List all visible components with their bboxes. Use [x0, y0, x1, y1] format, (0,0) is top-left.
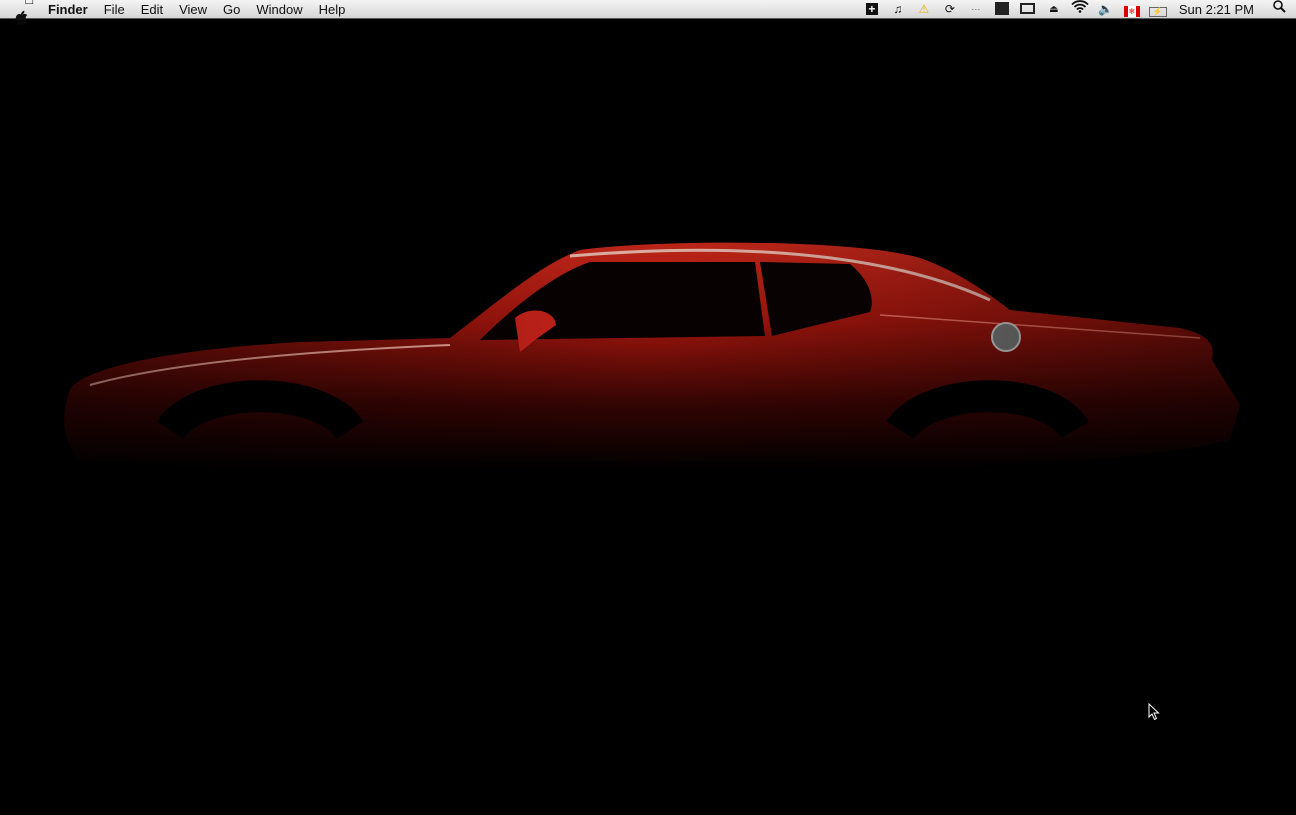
menu-file[interactable]: File	[96, 0, 133, 19]
mouse-cursor-icon	[1148, 703, 1160, 721]
wifi-icon[interactable]	[1067, 0, 1093, 19]
battery-icon[interactable]: ⚡	[1145, 0, 1171, 19]
itunes-note-icon[interactable]: ♫	[885, 0, 911, 19]
menu-view[interactable]: View	[171, 0, 215, 19]
display-icon[interactable]	[1015, 0, 1041, 19]
add-icon[interactable]: +	[859, 0, 885, 19]
spotlight-search-icon[interactable]	[1266, 0, 1292, 19]
warning-icon[interactable]: ⚠	[911, 0, 937, 19]
eject-icon[interactable]: ⏏	[1041, 0, 1067, 19]
time-machine-icon[interactable]: ⟳	[937, 0, 963, 19]
menu-app-finder[interactable]: Finder	[40, 0, 96, 19]
menu-go[interactable]: Go	[215, 0, 248, 19]
canada-flag-input-icon[interactable]: ❄	[1119, 0, 1145, 19]
menu-edit[interactable]: Edit	[133, 0, 171, 19]
menu-window[interactable]: Window	[248, 0, 310, 19]
spaces-icon[interactable]	[989, 0, 1015, 19]
menu-clock[interactable]: Sun 2:21 PM	[1171, 2, 1266, 17]
menu-bar:  Finder File Edit View Go Window Help +…	[0, 0, 1296, 26]
volume-icon[interactable]: 🔈	[1093, 0, 1119, 19]
dots-icon[interactable]: ···	[963, 0, 989, 19]
desktop-wallpaper	[0, 20, 1296, 810]
car-silhouette-image	[0, 20, 1296, 810]
menu-help[interactable]: Help	[311, 0, 354, 19]
